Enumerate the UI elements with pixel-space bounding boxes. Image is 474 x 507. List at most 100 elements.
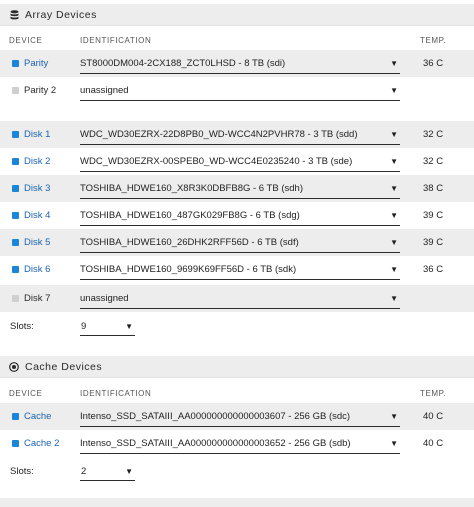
identification-value: Intenso_SSD_SATAIII_AA000000000000003652… [80, 437, 351, 449]
cache-slots-label: Slots: [10, 466, 34, 477]
identification-select[interactable]: WDC_WD30EZRX-22D8PB0_WD-WCC4N2PVHR78 - 3… [80, 124, 400, 145]
temperature: 36 C [423, 58, 444, 69]
device-row: Disk 4 TOSHIBA_HDWE160_487GK029FB8G - 6 T… [0, 202, 474, 229]
status-square-icon [12, 87, 19, 94]
caret-down-icon: ▼ [125, 467, 133, 476]
identification-value: TOSHIBA_HDWE160_X8R3K0DBFB8G - 6 TB (sdh… [80, 182, 303, 194]
cache-col-identification: IDENTIFICATION [80, 389, 152, 398]
device-row: Disk 7 unassigned ▼ [0, 285, 474, 312]
device-row: Disk 3 TOSHIBA_HDWE160_X8R3K0DBFB8G - 6 T… [0, 175, 474, 202]
device-label[interactable]: Disk 3 [12, 175, 50, 202]
device-name[interactable]: Disk 4 [24, 210, 50, 221]
device-label[interactable]: Disk 7 [12, 285, 50, 312]
device-label[interactable]: Cache [12, 403, 51, 430]
status-square-icon [12, 185, 19, 192]
array-slots-row: Slots: 9 ▼ [0, 313, 474, 340]
status-square-icon [12, 295, 19, 302]
identification-select[interactable]: WDC_WD30EZRX-00SPEB0_WD-WCC4E0235240 - 3… [80, 151, 400, 172]
device-row: Parity ST8000DM004-2CX188_ZCT0LHSD - 8 TB… [0, 50, 474, 77]
identification-value: WDC_WD30EZRX-00SPEB0_WD-WCC4E0235240 - 3… [80, 155, 353, 167]
device-label[interactable]: Parity 2 [12, 77, 56, 104]
device-row: Disk 1 WDC_WD30EZRX-22D8PB0_WD-WCC4N2PVHR… [0, 121, 474, 148]
array-slots-select[interactable]: 9 ▼ [80, 318, 135, 336]
temperature: 39 C [423, 210, 444, 221]
footer-bar [0, 498, 474, 507]
cache-col-temp: TEMP. [420, 389, 447, 398]
cache-col-device: DEVICE [9, 389, 43, 398]
identification-value: Intenso_SSD_SATAIII_AA000000000000003607… [80, 410, 351, 422]
identification-value: TOSHIBA_HDWE160_9699K69FF56D - 6 TB (sdk… [80, 263, 297, 275]
status-square-icon [12, 239, 19, 246]
status-square-icon [12, 212, 19, 219]
device-label[interactable]: Disk 2 [12, 148, 50, 175]
status-square-icon [12, 413, 19, 420]
identification-value: unassigned [80, 84, 129, 96]
identification-select[interactable]: TOSHIBA_HDWE160_X8R3K0DBFB8G - 6 TB (sdh… [80, 178, 400, 199]
cache-devices-header: Cache Devices [0, 356, 474, 378]
identification-select[interactable]: TOSHIBA_HDWE160_9699K69FF56D - 6 TB (sdk… [80, 259, 400, 280]
temperature: 36 C [423, 264, 444, 275]
caret-down-icon: ▼ [125, 322, 133, 331]
device-label[interactable]: Cache 2 [12, 430, 59, 457]
device-label[interactable]: Disk 5 [12, 229, 50, 256]
caret-down-icon: ▼ [390, 439, 398, 448]
temperature: 38 C [423, 183, 444, 194]
temperature: 40 C [423, 411, 444, 422]
identification-select[interactable]: unassigned ▼ [80, 80, 400, 101]
identification-select[interactable]: Intenso_SSD_SATAIII_AA000000000000003607… [80, 406, 400, 427]
cache-devices-title: Cache Devices [25, 360, 103, 373]
device-name[interactable]: Parity [24, 58, 48, 69]
device-label[interactable]: Disk 1 [12, 121, 50, 148]
temperature: 39 C [423, 237, 444, 248]
device-row: Cache 2 Intenso_SSD_SATAIII_AA00000000000… [0, 430, 474, 457]
cache-slots-value: 2 [81, 466, 87, 477]
status-square-icon [12, 60, 19, 67]
cache-slots-select[interactable]: 2 ▼ [80, 463, 135, 481]
cache-disc-icon [9, 361, 19, 372]
device-name[interactable]: Cache [24, 411, 51, 422]
temperature: 32 C [423, 129, 444, 140]
status-square-icon [12, 266, 19, 273]
device-label[interactable]: Disk 6 [12, 256, 50, 283]
identification-select[interactable]: Intenso_SSD_SATAIII_AA000000000000003652… [80, 433, 400, 454]
status-square-icon [12, 158, 19, 165]
device-name[interactable]: Disk 6 [24, 264, 50, 275]
caret-down-icon: ▼ [390, 86, 398, 95]
caret-down-icon: ▼ [390, 412, 398, 421]
device-label[interactable]: Parity [12, 50, 48, 77]
identification-value: WDC_WD30EZRX-22D8PB0_WD-WCC4N2PVHR78 - 3… [80, 128, 358, 140]
identification-value: unassigned [80, 292, 129, 304]
identification-select[interactable]: unassigned ▼ [80, 288, 400, 309]
identification-select[interactable]: ST8000DM004-2CX188_ZCT0LHSD - 8 TB (sdi)… [80, 53, 400, 74]
identification-select[interactable]: TOSHIBA_HDWE160_487GK029FB8G - 6 TB (sdg… [80, 205, 400, 226]
device-row: Parity 2 unassigned ▼ [0, 77, 474, 104]
device-name[interactable]: Disk 3 [24, 183, 50, 194]
status-square-icon [12, 440, 19, 447]
device-name[interactable]: Disk 5 [24, 237, 50, 248]
device-name[interactable]: Disk 7 [24, 293, 50, 304]
database-icon [9, 9, 19, 20]
device-name[interactable]: Parity 2 [24, 85, 56, 96]
identification-select[interactable]: TOSHIBA_HDWE160_26DHK2RFF56D - 6 TB (sdf… [80, 232, 400, 253]
array-col-temp: TEMP. [420, 36, 447, 45]
identification-value: TOSHIBA_HDWE160_487GK029FB8G - 6 TB (sdg… [80, 209, 300, 221]
device-row: Disk 5 TOSHIBA_HDWE160_26DHK2RFF56D - 6 T… [0, 229, 474, 256]
device-name[interactable]: Disk 2 [24, 156, 50, 167]
caret-down-icon: ▼ [390, 294, 398, 303]
caret-down-icon: ▼ [390, 238, 398, 247]
device-name[interactable]: Cache 2 [24, 438, 59, 449]
device-row: Disk 2 WDC_WD30EZRX-00SPEB0_WD-WCC4E02352… [0, 148, 474, 175]
device-name[interactable]: Disk 1 [24, 129, 50, 140]
device-label[interactable]: Disk 4 [12, 202, 50, 229]
caret-down-icon: ▼ [390, 184, 398, 193]
array-devices-header: Array Devices [0, 4, 474, 26]
caret-down-icon: ▼ [390, 59, 398, 68]
device-row: Cache Intenso_SSD_SATAIII_AA0000000000000… [0, 403, 474, 430]
temperature: 40 C [423, 438, 444, 449]
array-slots-label: Slots: [10, 321, 34, 332]
array-col-device: DEVICE [9, 36, 43, 45]
identification-value: ST8000DM004-2CX188_ZCT0LHSD - 8 TB (sdi) [80, 57, 286, 69]
array-slots-value: 9 [81, 321, 87, 332]
caret-down-icon: ▼ [390, 211, 398, 220]
device-row: Disk 6 TOSHIBA_HDWE160_9699K69FF56D - 6 T… [0, 256, 474, 283]
